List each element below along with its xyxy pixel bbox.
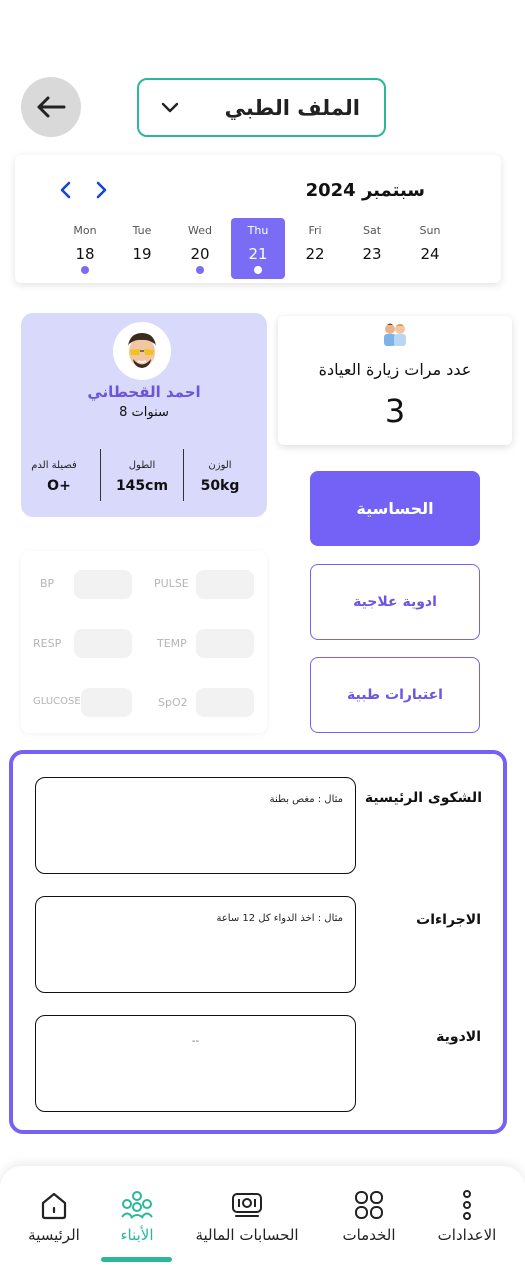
complaint-field[interactable]: مثال : مغص بطنة xyxy=(35,777,356,874)
calendar-day[interactable]: Sun 24 xyxy=(404,218,456,279)
day-number: 24 xyxy=(420,245,440,263)
nav-accounts-label: الحسابات المالية xyxy=(195,1226,299,1244)
calendar-day[interactable]: Wed 20 xyxy=(174,218,226,279)
chevron-down-icon xyxy=(161,102,179,112)
doctors-icon xyxy=(381,322,409,350)
day-name: Sat xyxy=(362,224,382,237)
day-name: Wed xyxy=(188,224,212,237)
day-number: 18 xyxy=(75,245,95,263)
resp-label: RESP xyxy=(33,637,62,650)
height-label: الطول xyxy=(128,460,156,471)
medical-file-dropdown[interactable]: الملف الطبي xyxy=(137,78,386,137)
day-number: 19 xyxy=(132,245,152,263)
children-icon xyxy=(103,1188,171,1222)
home-icon xyxy=(18,1188,90,1222)
resp-input[interactable] xyxy=(74,629,132,658)
child-age: 8 سنوات xyxy=(119,405,169,420)
arrow-left-icon xyxy=(37,96,66,118)
calendar-day[interactable]: Tue 19 xyxy=(116,218,168,279)
allergy-button[interactable]: الحساسية xyxy=(310,471,480,546)
avatar xyxy=(113,322,171,380)
child-name: احمد القحطاني xyxy=(87,383,201,401)
day-number: 20 xyxy=(190,245,210,263)
nav-settings-label: الاعدادات xyxy=(437,1226,497,1244)
pulse-input[interactable] xyxy=(196,570,254,599)
nav-children-label: الأبناء xyxy=(120,1226,154,1244)
day-name: Fri xyxy=(308,224,322,237)
dropdown-label: الملف الطبي xyxy=(224,95,360,120)
divider xyxy=(100,449,101,501)
day-name: Mon xyxy=(73,224,97,237)
calendar-day[interactable]: Sat 23 xyxy=(346,218,398,279)
spo2-label: SpO2 xyxy=(158,696,188,709)
nav-settings[interactable]: الاعدادات xyxy=(426,1188,508,1244)
medical-tests-button[interactable]: اعتبارات طبية xyxy=(310,657,480,733)
day-name: Sun xyxy=(419,224,441,237)
divider xyxy=(183,449,184,501)
back-button[interactable] xyxy=(21,77,81,137)
event-dot xyxy=(196,266,204,274)
chevron-right-icon[interactable] xyxy=(95,180,109,204)
nav-services-label: الخدمات xyxy=(342,1226,396,1244)
nav-children[interactable]: الأبناء xyxy=(103,1188,171,1244)
active-tab-indicator xyxy=(101,1257,172,1262)
day-number: 23 xyxy=(362,245,382,263)
pulse-label: PULSE xyxy=(154,577,189,590)
avatar-emoji-icon xyxy=(128,333,156,368)
procedures-label: الاجراءات xyxy=(416,912,481,928)
day-name: Tue xyxy=(132,224,152,237)
glucose-input[interactable] xyxy=(81,688,132,717)
weight-value: 50kg xyxy=(200,478,240,494)
medicine-label: الادوية xyxy=(436,1029,481,1045)
chevron-left-icon[interactable] xyxy=(58,180,72,204)
money-icon xyxy=(190,1188,304,1222)
weight-label: الوزن xyxy=(208,460,232,471)
grid-icon xyxy=(330,1188,408,1222)
visits-title: عدد مرات زيارة العيادة xyxy=(318,360,472,379)
complaint-label: الشكوى الرئيسية xyxy=(364,790,482,806)
spo2-input[interactable] xyxy=(196,688,254,717)
temp-label: TEMP xyxy=(157,637,187,650)
glucose-label: GLUCOSE xyxy=(33,696,81,707)
blood-type-label: فصيلة الدم xyxy=(31,460,77,471)
procedures-field[interactable]: مثال : اخذ الدواء كل 12 ساعة xyxy=(35,896,356,993)
day-name: Thu xyxy=(247,224,269,237)
bp-input[interactable] xyxy=(74,570,132,599)
temp-input[interactable] xyxy=(196,629,254,658)
calendar-day-selected[interactable]: Thu 21 xyxy=(231,218,285,279)
medicine-placeholder: -- xyxy=(191,1036,200,1047)
blood-type-value: O+ xyxy=(47,478,71,494)
nav-home-label: الرئيسية xyxy=(28,1226,80,1244)
bp-label: BP xyxy=(40,577,55,590)
calendar-month: سبتمبر 2024 xyxy=(305,180,425,201)
calendar-day[interactable]: Fri 22 xyxy=(289,218,341,279)
more-vertical-icon xyxy=(426,1188,508,1222)
nav-services[interactable]: الخدمات xyxy=(330,1188,408,1244)
medications-button[interactable]: ادوية علاجية xyxy=(310,564,480,640)
nav-home[interactable]: الرئيسية xyxy=(18,1188,90,1244)
nav-accounts[interactable]: الحسابات المالية xyxy=(190,1188,304,1244)
calendar-day[interactable]: Mon 18 xyxy=(59,218,111,279)
medicine-field[interactable]: -- xyxy=(35,1015,356,1112)
event-dot xyxy=(81,266,89,274)
procedures-placeholder: مثال : اخذ الدواء كل 12 ساعة xyxy=(216,913,343,924)
event-dot xyxy=(254,266,262,274)
day-number: 21 xyxy=(248,245,268,263)
height-value: 145cm xyxy=(115,478,169,494)
complaint-placeholder: مثال : مغص بطنة xyxy=(269,794,343,805)
visits-count: 3 xyxy=(384,392,406,430)
day-number: 22 xyxy=(305,245,325,263)
